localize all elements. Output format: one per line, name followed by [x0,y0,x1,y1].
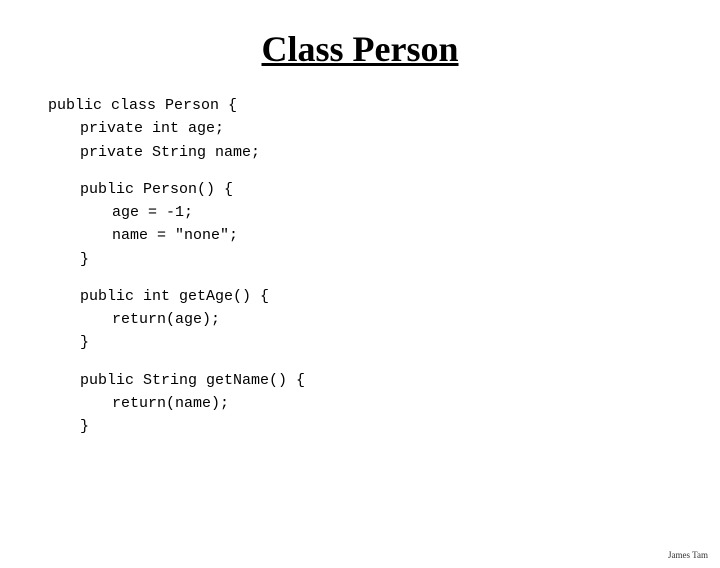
code-line-8: public int getAge() { [48,285,720,308]
code-line-2: private int age; [48,117,720,140]
code-line-5: age = -1; [48,201,720,224]
blank-line-2 [48,271,720,285]
code-line-9: return(age); [48,308,720,331]
code-line-13: } [48,415,720,438]
code-block: public class Person { private int age; p… [48,94,720,438]
blank-line-3 [48,355,720,369]
code-line-4: public Person() { [48,178,720,201]
code-line-6: name = "none"; [48,224,720,247]
page-title: Class Person [0,28,720,70]
watermark: James Tam [668,550,708,560]
code-line-10: } [48,331,720,354]
blank-line-1 [48,164,720,178]
code-line-12: return(name); [48,392,720,415]
code-line-3: private String name; [48,141,720,164]
code-line-7: } [48,248,720,271]
code-line-1: public class Person { [48,94,720,117]
code-line-11: public String getName() { [48,369,720,392]
